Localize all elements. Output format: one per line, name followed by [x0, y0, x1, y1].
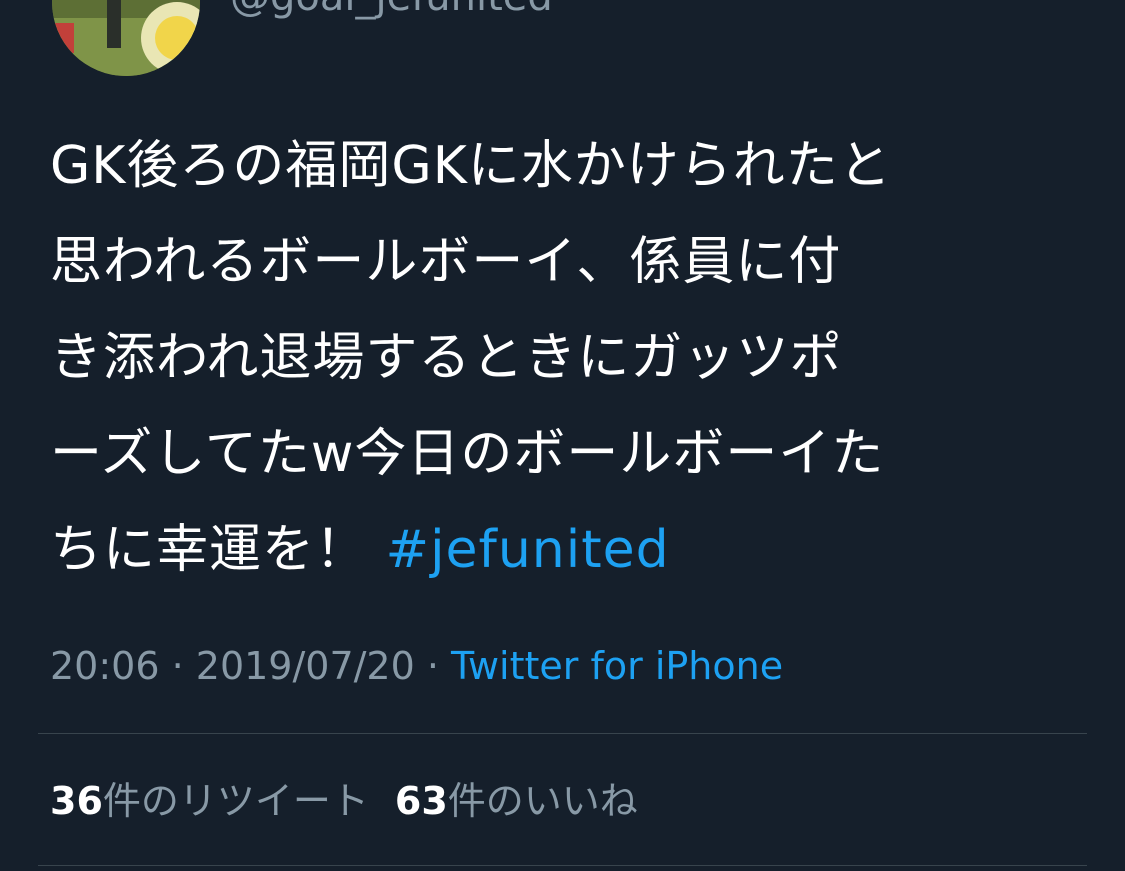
- tweet-text: GK後ろの福岡GKに水かけられたと 思われるボールボーイ、係員に付 き添われ退場する…: [50, 118, 1090, 598]
- tweet-meta: 20:06 · 2019/07/20 · Twitter for iPhone: [50, 640, 783, 692]
- tweet-source-link[interactable]: Twitter for iPhone: [451, 644, 783, 688]
- likes-stat[interactable]: 63件のいいね: [395, 775, 638, 827]
- tweet-text-line: GK後ろの福岡GKに水かけられたと: [50, 136, 892, 196]
- divider: [38, 865, 1087, 866]
- like-label: 件のいいね: [447, 779, 638, 823]
- tweet-text-line: ちに幸運を！: [50, 520, 386, 580]
- meta-separator: ·: [159, 644, 196, 688]
- tweet-stats: 36件のリツイート 63件のいいね: [50, 775, 664, 827]
- avatar-image: [52, 0, 200, 76]
- tweet-text-line: き添われ退場するときにガッツポ: [50, 328, 843, 388]
- tweet-time: 20:06: [50, 644, 160, 688]
- divider: [38, 733, 1087, 734]
- tweet-text-line: ーズしてたw今日のボールボーイた: [50, 424, 885, 484]
- tweet-date: 2019/07/20: [195, 644, 415, 688]
- user-handle[interactable]: @goal_jefunited: [230, 0, 553, 20]
- tweet-text-line: 思われるボールボーイ、係員に付: [50, 232, 842, 292]
- retweet-count: 36: [50, 779, 103, 823]
- meta-separator: ·: [414, 644, 452, 688]
- retweet-label: 件のリツイート: [102, 779, 369, 823]
- like-count: 63: [394, 779, 448, 823]
- hashtag-link[interactable]: #jefunited: [386, 520, 670, 580]
- avatar[interactable]: [52, 0, 200, 76]
- retweets-stat[interactable]: 36件のリツイート: [50, 775, 369, 827]
